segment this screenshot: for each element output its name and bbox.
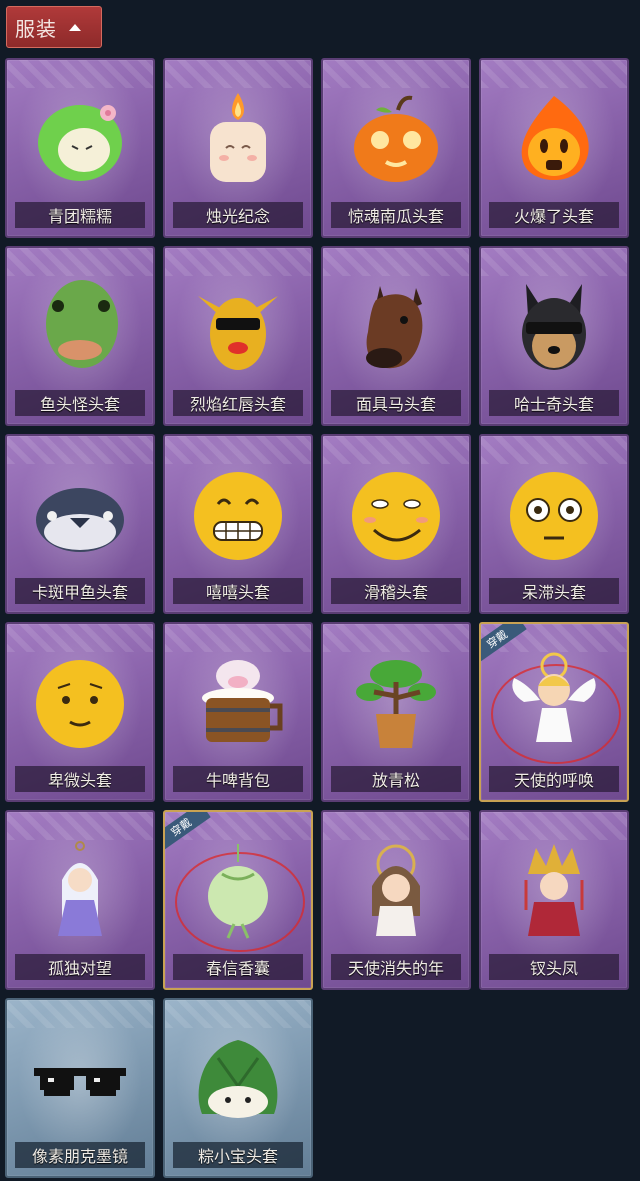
costume-grid: 青团糯糯 烛光纪念 惊魂南瓜头套 火爆了头套 鱼头怪头套 烈焰红唇头套 面具马头… — [5, 58, 629, 1178]
costume-name: 春信香囊 — [205, 959, 270, 978]
green-bun-icon — [30, 88, 130, 188]
category-toggle-button[interactable]: 服装 — [6, 6, 102, 48]
costume-card[interactable]: 烛光纪念 — [163, 58, 313, 238]
costume-name: 鱼头怪头套 — [39, 395, 120, 414]
cow-beer-icon — [188, 652, 288, 752]
costume-card[interactable]: 嘻嘻头套 — [163, 434, 313, 614]
sachet-icon — [188, 840, 288, 940]
pixel-sunglasses-icon — [30, 1028, 130, 1128]
costume-card[interactable]: 火爆了头套 — [479, 58, 629, 238]
costume-name: 钗头凤 — [529, 959, 578, 978]
costume-card[interactable]: 滑稽头套 — [321, 434, 471, 614]
costume-name: 天使的呼唤 — [513, 771, 594, 790]
fire-face-icon — [504, 88, 604, 188]
worn-label: 穿戴 — [168, 815, 195, 840]
dazed-emoji-icon — [504, 464, 604, 564]
costume-card[interactable]: 面具马头套 — [321, 246, 471, 426]
category-title: 服装 — [15, 16, 57, 41]
chevron-up-icon — [69, 23, 81, 31]
doll-pendant-icon — [30, 840, 130, 940]
zongzi-mask-icon — [188, 1028, 288, 1128]
phoenix-crown-icon — [504, 840, 604, 940]
costume-name: 孤独对望 — [47, 959, 112, 978]
costume-card[interactable]: 惊魂南瓜头套 — [321, 58, 471, 238]
worn-label: 穿戴 — [484, 627, 511, 652]
costume-card-worn[interactable]: 穿戴 春信香囊 — [163, 810, 313, 990]
costume-name: 牛啤背包 — [205, 771, 270, 790]
costume-name: 哈士奇头套 — [513, 395, 594, 414]
costume-card[interactable]: 青团糯糯 — [5, 58, 155, 238]
costume-card[interactable]: 哈士奇头套 — [479, 246, 629, 426]
pumpkin-icon — [346, 88, 446, 188]
costume-name: 火爆了头套 — [513, 207, 594, 226]
costume-card[interactable]: 像素朋克墨镜 — [5, 998, 155, 1178]
costume-name: 惊魂南瓜头套 — [347, 207, 444, 226]
costume-name: 粽小宝头套 — [197, 1147, 278, 1166]
costume-card[interactable]: 鱼头怪头套 — [5, 246, 155, 426]
costume-name: 烈焰红唇头套 — [189, 395, 286, 414]
costume-name: 面具马头套 — [355, 395, 436, 414]
costume-card[interactable]: 呆滞头套 — [479, 434, 629, 614]
costume-name: 呆滞头套 — [521, 583, 586, 602]
pikachu-mask-icon — [188, 276, 288, 376]
costume-name: 滑稽头套 — [363, 583, 428, 602]
costume-name: 青团糯糯 — [47, 207, 112, 226]
costume-name: 像素朋克墨镜 — [31, 1147, 128, 1166]
bonsai-icon — [346, 652, 446, 752]
fish-mask-icon — [30, 464, 130, 564]
fish-head-icon — [30, 276, 130, 376]
angel-girl-icon — [346, 840, 446, 940]
husky-mask-icon — [504, 276, 604, 376]
costume-card[interactable]: 卡斑甲鱼头套 — [5, 434, 155, 614]
costume-card[interactable]: 粽小宝头套 — [163, 998, 313, 1178]
angel-icon — [504, 652, 604, 752]
costume-name: 天使消失的年 — [347, 959, 444, 978]
costume-name: 嘻嘻头套 — [205, 583, 270, 602]
costume-card[interactable]: 孤独对望 — [5, 810, 155, 990]
candle-icon — [188, 88, 288, 188]
costume-card[interactable]: 天使消失的年 — [321, 810, 471, 990]
smirk-emoji-icon — [346, 464, 446, 564]
humble-emoji-icon — [30, 652, 130, 752]
costume-card-worn[interactable]: 穿戴 天使的呼唤 — [479, 622, 629, 802]
costume-card[interactable]: 放青松 — [321, 622, 471, 802]
grin-emoji-icon — [188, 464, 288, 564]
costume-card[interactable]: 卑微头套 — [5, 622, 155, 802]
costume-name: 卑微头套 — [47, 771, 112, 790]
costume-card[interactable]: 烈焰红唇头套 — [163, 246, 313, 426]
horse-mask-icon — [346, 276, 446, 376]
costume-card[interactable]: 牛啤背包 — [163, 622, 313, 802]
costume-name: 烛光纪念 — [205, 207, 270, 226]
costume-card[interactable]: 钗头凤 — [479, 810, 629, 990]
costume-name: 放青松 — [371, 771, 420, 790]
costume-name: 卡斑甲鱼头套 — [31, 583, 128, 602]
